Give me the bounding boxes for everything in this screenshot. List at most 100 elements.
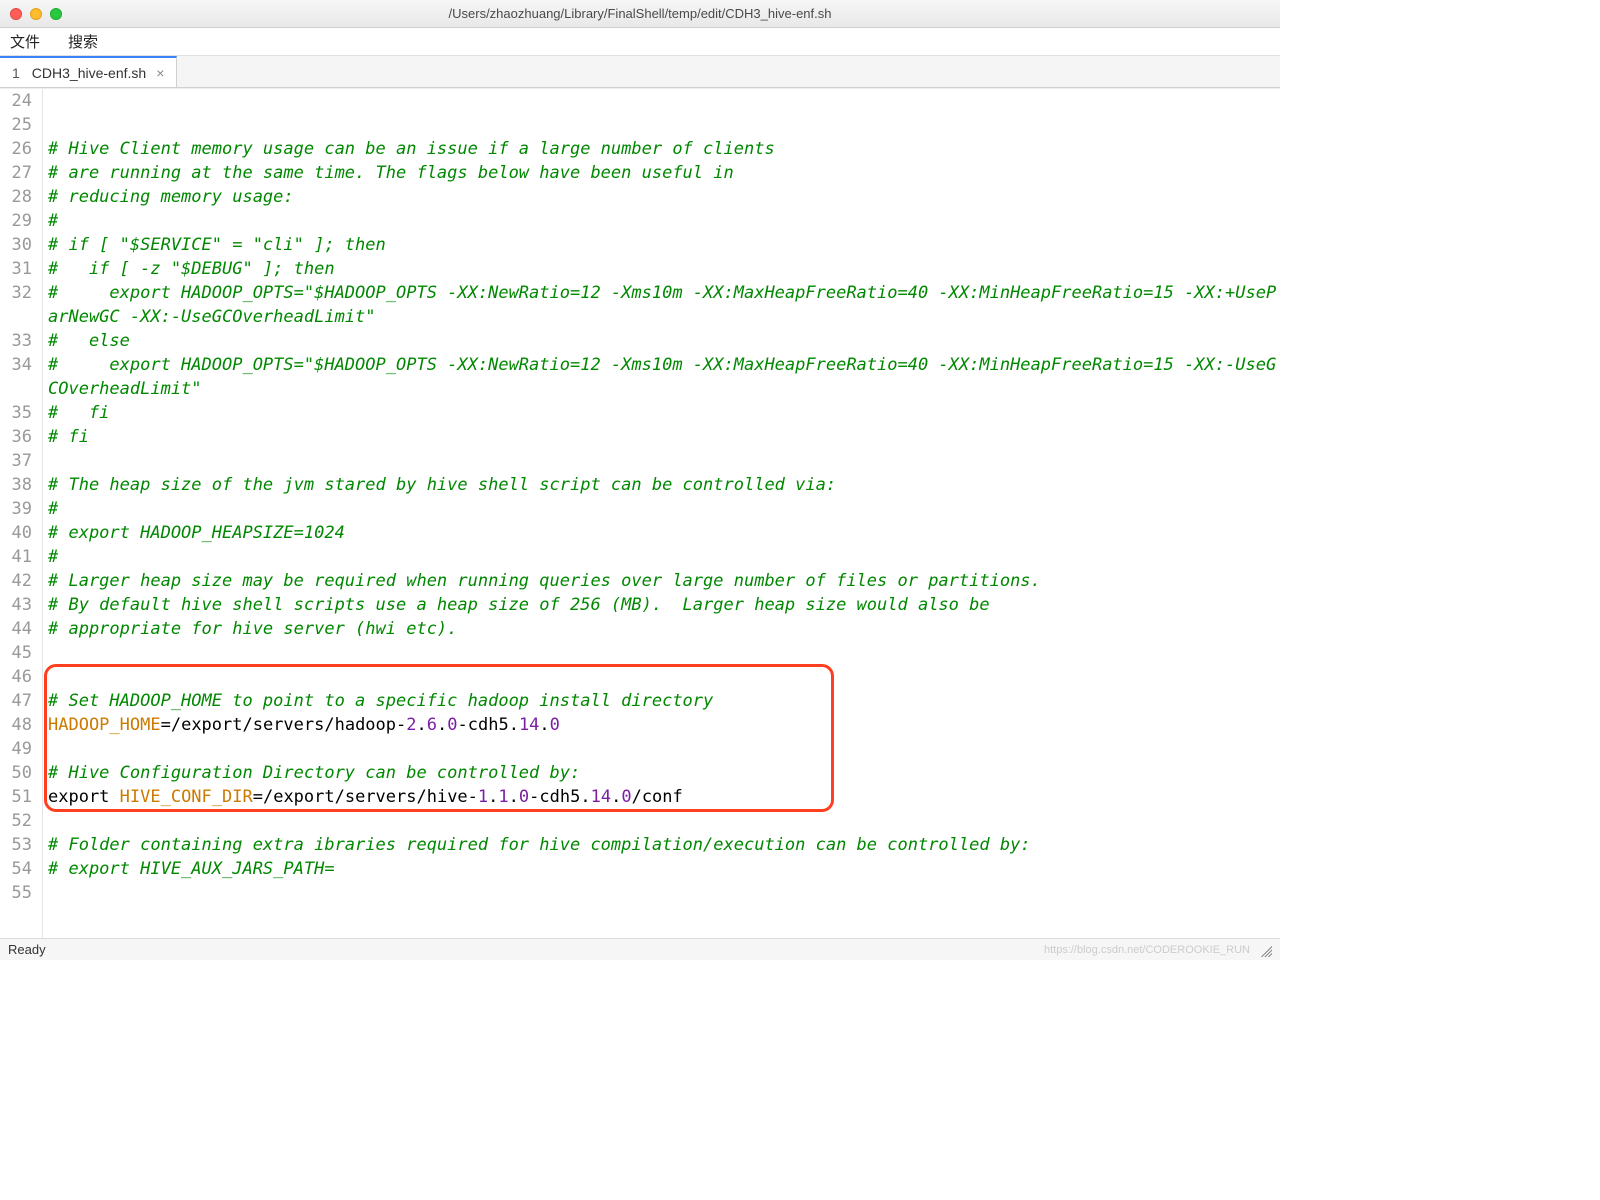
line-number: 38 <box>0 473 38 497</box>
close-tab-icon[interactable]: × <box>156 65 164 81</box>
code-content: # Folder containing extra ibraries requi… <box>38 833 1280 857</box>
code-content: # are running at the same time. The flag… <box>38 161 1280 185</box>
line-number: 46 <box>0 665 38 689</box>
code-content: # reducing memory usage: <box>38 185 1280 209</box>
resize-grip-icon[interactable] <box>1258 943 1272 957</box>
line-number: 49 <box>0 737 38 761</box>
code-content: # fi <box>38 425 1280 449</box>
code-line[interactable]: 55 <box>0 881 1280 905</box>
tab-file-active[interactable]: 1 CDH3_hive-enf.sh × <box>0 56 177 87</box>
code-line[interactable]: 45 <box>0 641 1280 665</box>
code-content: # if [ -z "$DEBUG" ]; then <box>38 257 1280 281</box>
code-line[interactable]: 37 <box>0 449 1280 473</box>
code-line[interactable]: 40# export HADOOP_HEAPSIZE=1024 <box>0 521 1280 545</box>
gutter-border <box>42 89 43 938</box>
code-line[interactable]: 38# The heap size of the jvm stared by h… <box>0 473 1280 497</box>
line-number: 42 <box>0 569 38 593</box>
tabbar: 1 CDH3_hive-enf.sh × <box>0 56 1280 88</box>
code-line[interactable]: 50# Hive Configuration Directory can be … <box>0 761 1280 785</box>
line-number: 47 <box>0 689 38 713</box>
code-line[interactable]: 43# By default hive shell scripts use a … <box>0 593 1280 617</box>
code-line[interactable]: 48HADOOP_HOME=/export/servers/hadoop-2.6… <box>0 713 1280 737</box>
code-line[interactable]: 30# if [ "$SERVICE" = "cli" ]; then <box>0 233 1280 257</box>
code-line[interactable]: 41# <box>0 545 1280 569</box>
menu-file[interactable]: 文件 <box>10 31 40 52</box>
status-text: Ready <box>8 942 46 957</box>
tab-filename: CDH3_hive-enf.sh <box>32 65 146 81</box>
code-line[interactable]: 28# reducing memory usage: <box>0 185 1280 209</box>
code-content: # <box>38 497 1280 521</box>
window-title: /Users/zhaozhuang/Library/FinalShell/tem… <box>0 6 1280 21</box>
code-line[interactable]: 52 <box>0 809 1280 833</box>
code-line[interactable]: 25 <box>0 113 1280 137</box>
line-number: 44 <box>0 617 38 641</box>
code-container: 242526# Hive Client memory usage can be … <box>0 89 1280 905</box>
line-number: 41 <box>0 545 38 569</box>
code-content: # By default hive shell scripts use a he… <box>38 593 1280 617</box>
window-controls <box>0 8 62 20</box>
code-content: # export HADOOP_OPTS="$HADOOP_OPTS -XX:N… <box>38 353 1280 401</box>
line-number: 30 <box>0 233 38 257</box>
code-line[interactable]: 31# if [ -z "$DEBUG" ]; then <box>0 257 1280 281</box>
line-number: 53 <box>0 833 38 857</box>
line-number: 45 <box>0 641 38 665</box>
line-number: 28 <box>0 185 38 209</box>
line-number: 48 <box>0 713 38 737</box>
tab-index: 1 <box>12 65 20 81</box>
line-number: 51 <box>0 785 38 809</box>
code-line[interactable]: 44# appropriate for hive server (hwi etc… <box>0 617 1280 641</box>
code-content: # fi <box>38 401 1280 425</box>
code-line[interactable]: 54# export HIVE_AUX_JARS_PATH= <box>0 857 1280 881</box>
line-number: 37 <box>0 449 38 473</box>
editor-wrap: 242526# Hive Client memory usage can be … <box>0 88 1280 938</box>
code-content: # <box>38 209 1280 233</box>
code-line[interactable]: 53# Folder containing extra ibraries req… <box>0 833 1280 857</box>
code-content: # export HADOOP_OPTS="$HADOOP_OPTS -XX:N… <box>38 281 1280 329</box>
line-number: 39 <box>0 497 38 521</box>
code-line[interactable]: 34# export HADOOP_OPTS="$HADOOP_OPTS -XX… <box>0 353 1280 401</box>
menubar: 文件 搜索 <box>0 28 1280 56</box>
code-content: # if [ "$SERVICE" = "cli" ]; then <box>38 233 1280 257</box>
line-number: 32 <box>0 281 38 305</box>
watermark-text: https://blog.csdn.net/CODEROOKIE_RUN <box>1044 944 1250 956</box>
line-number: 27 <box>0 161 38 185</box>
code-line[interactable]: 33# else <box>0 329 1280 353</box>
menu-search[interactable]: 搜索 <box>68 31 98 52</box>
code-line[interactable]: 51export HIVE_CONF_DIR=/export/servers/h… <box>0 785 1280 809</box>
code-line[interactable]: 29# <box>0 209 1280 233</box>
line-number: 31 <box>0 257 38 281</box>
code-content: # Larger heap size may be required when … <box>38 569 1280 593</box>
code-line[interactable]: 39# <box>0 497 1280 521</box>
zoom-window-button[interactable] <box>50 8 62 20</box>
line-number: 24 <box>0 89 38 113</box>
line-number: 50 <box>0 761 38 785</box>
code-content: # export HADOOP_HEAPSIZE=1024 <box>38 521 1280 545</box>
line-number: 55 <box>0 881 38 905</box>
close-window-button[interactable] <box>10 8 22 20</box>
line-number: 54 <box>0 857 38 881</box>
code-content: # The heap size of the jvm stared by hiv… <box>38 473 1280 497</box>
code-line[interactable]: 46 <box>0 665 1280 689</box>
code-line[interactable]: 24 <box>0 89 1280 113</box>
code-line[interactable]: 32# export HADOOP_OPTS="$HADOOP_OPTS -XX… <box>0 281 1280 329</box>
line-number: 26 <box>0 137 38 161</box>
statusbar: Ready https://blog.csdn.net/CODEROOKIE_R… <box>0 938 1280 960</box>
code-content: # appropriate for hive server (hwi etc). <box>38 617 1280 641</box>
code-line[interactable]: 47# Set HADOOP_HOME to point to a specif… <box>0 689 1280 713</box>
code-content: # export HIVE_AUX_JARS_PATH= <box>38 857 1280 881</box>
code-line[interactable]: 42# Larger heap size may be required whe… <box>0 569 1280 593</box>
code-line[interactable]: 49 <box>0 737 1280 761</box>
code-editor[interactable]: 242526# Hive Client memory usage can be … <box>0 88 1280 938</box>
line-number: 25 <box>0 113 38 137</box>
code-content: HADOOP_HOME=/export/servers/hadoop-2.6.0… <box>38 713 1280 737</box>
code-line[interactable]: 35# fi <box>0 401 1280 425</box>
code-line[interactable]: 26# Hive Client memory usage can be an i… <box>0 137 1280 161</box>
line-number: 35 <box>0 401 38 425</box>
line-number: 34 <box>0 353 38 377</box>
minimize-window-button[interactable] <box>30 8 42 20</box>
code-line[interactable]: 36# fi <box>0 425 1280 449</box>
code-content: export HIVE_CONF_DIR=/export/servers/hiv… <box>38 785 1280 809</box>
line-number: 52 <box>0 809 38 833</box>
code-line[interactable]: 27# are running at the same time. The fl… <box>0 161 1280 185</box>
line-number: 29 <box>0 209 38 233</box>
